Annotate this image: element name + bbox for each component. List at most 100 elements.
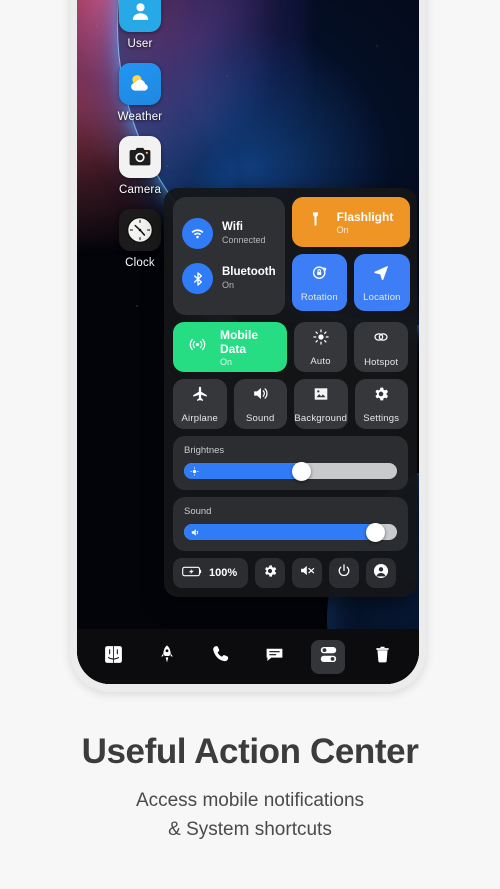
speaker-icon — [251, 384, 270, 408]
sound-knob[interactable] — [366, 522, 386, 542]
sound-slider[interactable] — [184, 522, 397, 542]
right-column-1: Flashlight On Rotation Location — [291, 197, 410, 315]
action-strip: 100% — [173, 558, 408, 588]
finder-icon — [103, 644, 124, 670]
mobile-data-toggle[interactable]: Mobile Data On — [173, 322, 287, 372]
bluetooth-status: On — [222, 280, 235, 291]
brightness-knob[interactable] — [291, 461, 311, 481]
rotation-lock-icon — [310, 263, 329, 287]
toggles-icon — [318, 644, 339, 670]
clock-icon — [119, 209, 161, 251]
tile-label: Location — [363, 291, 401, 303]
message-icon — [264, 644, 285, 670]
bluetooth-toggle[interactable]: Bluetooth On — [182, 263, 276, 294]
bluetooth-text: Bluetooth On — [222, 266, 276, 291]
phone-screen: User Weather Camera Clock Wifi Connected… — [77, 0, 419, 684]
brightness-slider-card: Brightnes — [173, 436, 408, 490]
sound-slider-card: Sound — [173, 497, 408, 551]
battery-status[interactable]: 100% — [173, 558, 249, 588]
wallpaper-icon — [312, 385, 330, 408]
flashlight-toggle[interactable]: Flashlight On — [291, 197, 410, 247]
phone-icon — [211, 644, 231, 669]
trash-icon — [373, 645, 392, 669]
brightness-label: Brightnes — [184, 445, 225, 456]
wifi-title: Wifi — [222, 221, 243, 234]
dock-item-control-center[interactable] — [311, 639, 346, 674]
mute-action[interactable] — [292, 558, 323, 588]
flashlight-icon — [307, 211, 324, 233]
rocket-icon — [157, 644, 177, 669]
mobile-data-status: On — [220, 356, 233, 367]
battery-charging-icon — [182, 565, 203, 581]
app-label: Weather — [117, 111, 163, 123]
cc-row-3: Airplane Sound Background Settings — [173, 379, 408, 429]
tile-label: Background — [294, 412, 348, 424]
cc-row-2: Mobile Data On Auto Hotspot — [173, 322, 408, 372]
power-action[interactable] — [329, 558, 360, 588]
bluetooth-title: Bluetooth — [222, 266, 276, 279]
brightness-slider[interactable] — [184, 461, 397, 481]
dock-item-phone[interactable] — [204, 640, 238, 674]
app-weather[interactable]: Weather — [103, 63, 177, 123]
settings-action[interactable] — [255, 558, 286, 588]
dock-item-launchpad[interactable] — [150, 640, 184, 674]
power-icon — [336, 563, 352, 584]
dock-item-messages[interactable] — [258, 640, 292, 674]
airplane-icon — [191, 385, 209, 408]
page-title: Useful Action Center — [81, 732, 419, 771]
tile-label: Sound — [246, 413, 275, 424]
hotspot-icon — [371, 327, 391, 352]
rotation-toggle[interactable]: Rotation — [291, 254, 348, 311]
camera-icon — [119, 136, 161, 178]
wifi-toggle[interactable]: Wifi Connected — [182, 218, 276, 249]
app-camera[interactable]: Camera — [103, 136, 177, 196]
wifi-status: Connected — [222, 235, 266, 246]
tile-label: Auto — [310, 355, 331, 367]
wifi-text: Wifi Connected — [222, 221, 266, 246]
dock — [77, 629, 419, 684]
caption-block: Useful Action Center Access mobile notif… — [0, 732, 500, 844]
account-action[interactable] — [366, 558, 397, 588]
auto-brightness-toggle[interactable]: Auto — [293, 322, 348, 372]
volume-icon — [190, 527, 201, 538]
location-toggle[interactable]: Location — [354, 254, 410, 311]
app-user[interactable]: User — [103, 0, 177, 50]
user-icon — [119, 0, 161, 32]
gear-icon — [262, 563, 278, 584]
settings-toggle[interactable]: Settings — [354, 379, 408, 429]
sound-fill — [184, 524, 376, 540]
wifi-icon — [182, 218, 213, 249]
sound-toggle[interactable]: Sound — [233, 379, 287, 429]
flashlight-status: On — [336, 224, 349, 235]
background-toggle[interactable]: Background — [294, 379, 348, 429]
do-not-disturb-icon — [299, 562, 316, 584]
brightness-auto-icon — [312, 328, 330, 351]
phone-frame: User Weather Camera Clock Wifi Connected… — [70, 0, 426, 692]
subtitle-line-1: Access mobile notifications — [135, 790, 365, 811]
sound-slider-label: Sound — [184, 506, 212, 517]
battery-percent: 100% — [209, 567, 238, 579]
app-label: User — [127, 38, 153, 50]
dock-item-trash[interactable] — [365, 640, 399, 674]
tile-label: Airplane — [181, 412, 218, 424]
control-center-panel: Wifi Connected Bluetooth On Flashlight O… — [164, 188, 417, 597]
airplane-toggle[interactable]: Airplane — [173, 379, 227, 429]
tile-label: Hotspot — [364, 356, 399, 368]
page-subtitle: Access mobile notifications & System sho… — [0, 787, 500, 844]
flashlight-text: Flashlight On — [337, 210, 394, 235]
gear-icon — [372, 385, 390, 408]
cc-row-1: Wifi Connected Bluetooth On Flashlight O… — [173, 197, 410, 315]
location-arrow-icon — [372, 263, 391, 287]
signal-icon — [188, 335, 207, 359]
hotspot-toggle[interactable]: Hotspot — [354, 322, 408, 372]
mobile-data-text: Mobile Data On — [220, 328, 287, 367]
subtitle-line-2: & System shortcuts — [168, 818, 332, 840]
brightness-icon — [190, 466, 199, 476]
mobile-data-title: Mobile Data — [220, 327, 258, 356]
brightness-fill — [184, 463, 302, 479]
bluetooth-icon — [182, 263, 213, 294]
dock-item-finder[interactable] — [97, 640, 131, 674]
connectivity-group: Wifi Connected Bluetooth On — [173, 197, 285, 315]
account-icon — [372, 562, 390, 585]
rotation-location-row: Rotation Location — [291, 254, 410, 311]
